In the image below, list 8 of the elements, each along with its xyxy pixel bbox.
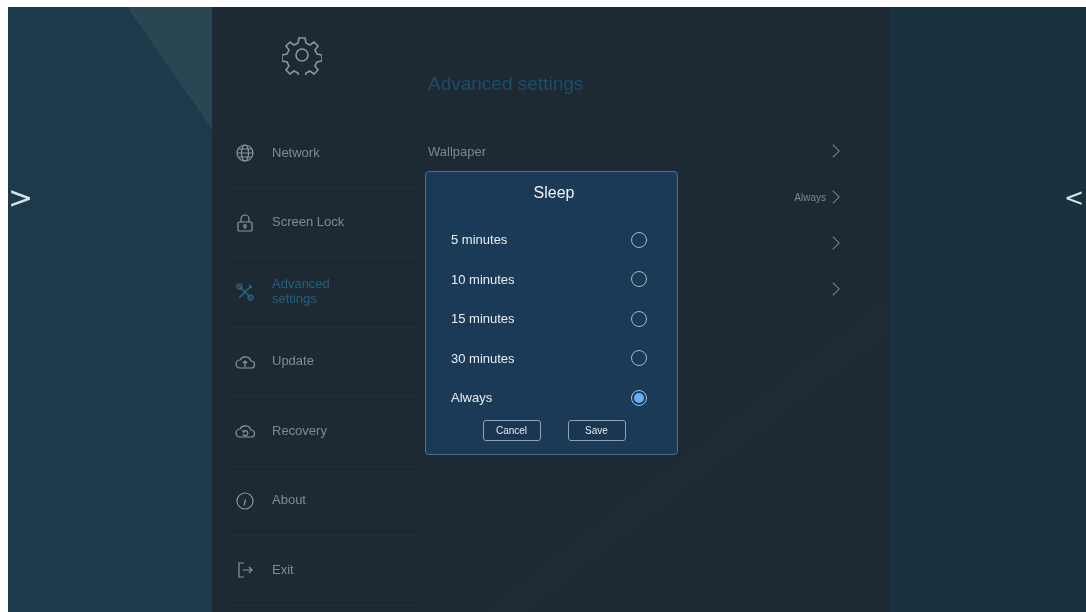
option-label: 10 minutes (451, 271, 515, 287)
row-value: Always (794, 191, 826, 203)
option-label: 5 minutes (451, 232, 508, 248)
dialog-title: Sleep (532, 184, 576, 202)
option-label: Always (451, 390, 493, 406)
option-label: 15 minutes (451, 311, 515, 327)
row-label: Wallpaper (428, 143, 487, 159)
option-label: 30 minutes (451, 350, 515, 366)
